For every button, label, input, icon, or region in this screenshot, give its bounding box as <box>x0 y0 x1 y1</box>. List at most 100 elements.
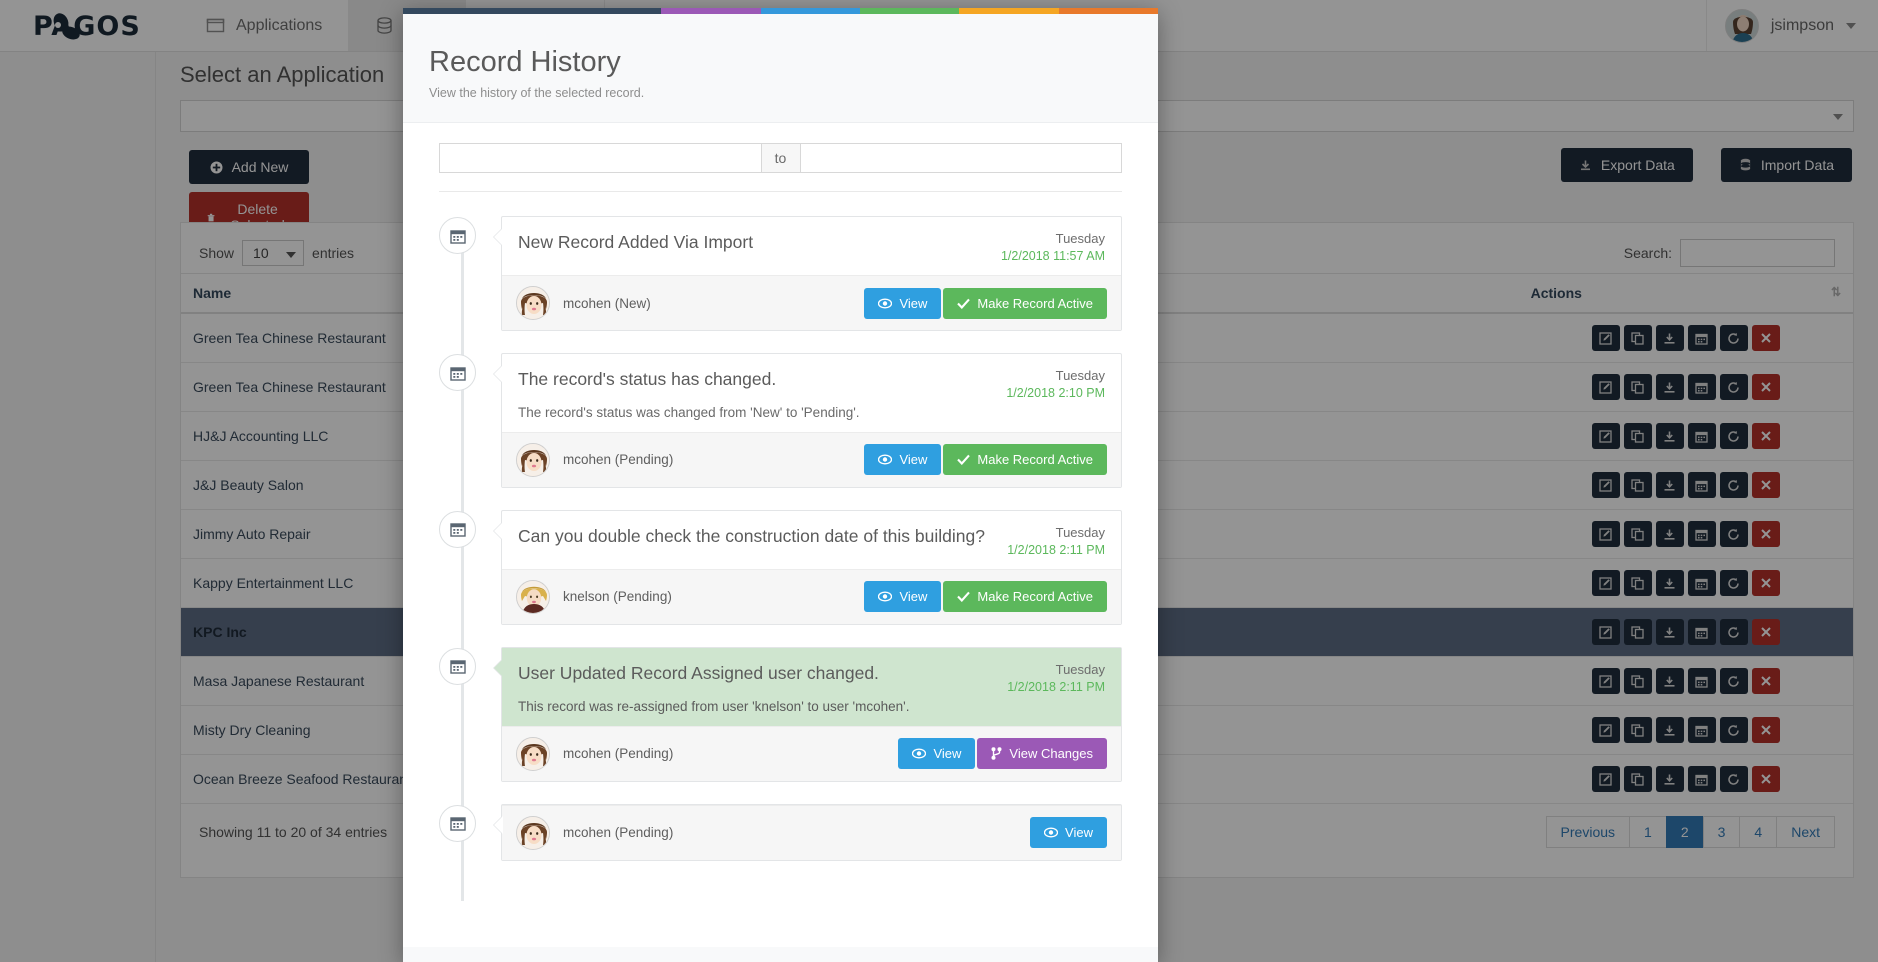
avatar <box>516 736 550 771</box>
avatar <box>516 286 550 320</box>
history-entry-day: Tuesday <box>1055 524 1105 540</box>
button-label: Make Record Active <box>977 452 1093 468</box>
avatar <box>516 579 550 614</box>
eye-icon <box>878 591 893 602</box>
history-entry-timestamp: Tuesday 1/2/2018 2:11 PM <box>993 525 1105 557</box>
make-record-active-button[interactable]: Make Record Active <box>943 444 1107 476</box>
button-label: View <box>899 589 928 605</box>
eye-icon <box>1044 827 1059 838</box>
color-bar-segment <box>760 8 860 14</box>
history-entry-heading: The record's status has changed. <box>518 369 777 389</box>
modal-subtitle: View the history of the selected record. <box>429 86 645 100</box>
modal-body: to New Record Added Via Import Tuesday 1/2… <box>403 123 1158 947</box>
history-entry-actions: View <box>1030 817 1107 848</box>
button-label: View <box>899 452 928 468</box>
history-entry-content: New Record Added Via Import <box>518 231 987 254</box>
history-entry-detail: This record was re-assigned from user 'k… <box>518 698 910 714</box>
check-icon <box>957 298 971 309</box>
history-entry-content: Can you double check the construction da… <box>518 525 993 548</box>
check-icon <box>957 454 971 466</box>
history-entry-header: New Record Added Via Import Tuesday 1/2/20… <box>502 217 1121 275</box>
calendar-icon <box>439 217 476 254</box>
button-label: Make Record Active <box>977 295 1093 311</box>
history-entry-user: mcohen (Pending) <box>563 746 674 761</box>
view-button[interactable]: View <box>864 444 942 476</box>
history-entry-footer: mcohen (New) View Make Record Active <box>502 275 1121 330</box>
history-entry-card: Can you double check the construction da… <box>493 509 1122 625</box>
view-button[interactable]: View <box>898 738 976 769</box>
history-entry-heading: Can you double check the construction da… <box>518 525 985 546</box>
history-entry-actions: View View Changes <box>898 738 1107 769</box>
calendar-icon <box>439 804 476 842</box>
history-timeline: New Record Added Via Import Tuesday 1/2/20… <box>439 216 1122 900</box>
history-entry-footer: mcohen (Pending) View <box>502 804 1121 860</box>
make-record-active-button[interactable]: Make Record Active <box>943 581 1107 613</box>
history-entry-actions: View Make Record Active <box>864 287 1107 319</box>
modal-color-bar <box>403 8 1158 14</box>
button-label: View <box>899 295 928 311</box>
history-entry-timestamp: Tuesday 1/2/2018 11:57 AM <box>987 231 1105 263</box>
eye-icon <box>878 454 893 465</box>
history-entry-card: mcohen (Pending) View <box>493 803 1122 861</box>
history-entry-header: The record's status has changed. The reco… <box>502 354 1121 432</box>
eye-icon <box>878 298 893 309</box>
history-entry-time: 1/2/2018 2:11 PM <box>1007 542 1105 557</box>
history-entry-actions: View Make Record Active <box>864 581 1107 613</box>
color-bar-segment <box>1058 8 1158 14</box>
color-bar-segment <box>661 8 761 14</box>
view-button[interactable]: View <box>864 581 942 613</box>
make-record-active-button[interactable]: Make Record Active <box>943 287 1107 319</box>
history-entry-card: New Record Added Via Import Tuesday 1/2/20… <box>493 216 1122 331</box>
history-entry-footer: knelson (Pending) View Make Record Active <box>502 568 1121 624</box>
history-entry-timestamp: Tuesday 1/2/2018 2:11 PM <box>993 662 1105 694</box>
history-entry-user: mcohen (Pending) <box>563 452 674 468</box>
history-entry-time: 1/2/2018 11:57 AM <box>1000 249 1105 263</box>
date-to-input[interactable] <box>799 143 1122 173</box>
view-changes-button[interactable]: View Changes <box>977 738 1107 769</box>
history-entry-user: mcohen (Pending) <box>563 825 674 840</box>
check-icon <box>957 591 971 603</box>
calendar-icon <box>439 647 476 685</box>
modal-header: Record History View the history of the s… <box>403 14 1158 123</box>
record-history-modal: Record History View the history of the s… <box>403 8 1158 962</box>
color-bar-segment <box>959 8 1059 14</box>
color-bar-segment <box>859 8 960 14</box>
history-entry-header: User Updated Record Assigned user change… <box>502 647 1121 726</box>
history-entry-actions: View Make Record Active <box>864 444 1107 476</box>
history-entry-heading: User Updated Record Assigned user change… <box>518 662 879 683</box>
history-entry-time: 1/2/2018 2:11 PM <box>1007 679 1105 694</box>
history-entry: New Record Added Via Import Tuesday 1/2/20… <box>439 216 1122 331</box>
history-entry: The record's status has changed. The reco… <box>439 353 1122 488</box>
history-entry-day: Tuesday <box>1055 661 1105 677</box>
button-label: Make Record Active <box>977 589 1093 605</box>
calendar-icon <box>439 510 476 548</box>
view-button[interactable]: View <box>1030 817 1107 848</box>
avatar <box>516 815 550 850</box>
history-entry-time: 1/2/2018 2:10 PM <box>1006 386 1105 400</box>
color-bar-segment <box>403 8 662 14</box>
history-entry: User Updated Record Assigned user change… <box>439 646 1122 782</box>
branch-icon <box>991 747 1002 760</box>
history-entry-day: Tuesday <box>1055 368 1105 383</box>
date-range-filter: to <box>439 143 1122 173</box>
history-entry-footer: mcohen (Pending) View View Changes <box>502 725 1121 781</box>
history-entry-heading: New Record Added Via Import <box>518 232 754 252</box>
history-entry-card: User Updated Record Assigned user change… <box>493 646 1122 782</box>
date-from-input[interactable] <box>439 143 762 173</box>
avatar <box>516 442 550 477</box>
eye-icon <box>912 748 927 759</box>
history-entry-timestamp: Tuesday 1/2/2018 2:10 PM <box>992 368 1105 400</box>
history-entry-user: knelson (Pending) <box>563 589 672 605</box>
button-label: View Changes <box>1009 746 1093 761</box>
history-entry-header: Can you double check the construction da… <box>502 511 1121 569</box>
history-entry-content: The record's status has changed. The reco… <box>518 368 992 420</box>
history-entry-footer: mcohen (Pending) View Make Record Active <box>502 431 1121 487</box>
history-entry-detail: The record's status was changed from 'Ne… <box>518 404 860 420</box>
view-button[interactable]: View <box>864 287 942 319</box>
history-entry-card: The record's status has changed. The reco… <box>493 353 1122 488</box>
button-label: View <box>1065 825 1093 840</box>
history-entry-content: User Updated Record Assigned user change… <box>518 662 993 714</box>
button-label: View <box>933 746 962 761</box>
history-entry: mcohen (Pending) View <box>439 803 1122 861</box>
history-entry-user: mcohen (New) <box>563 295 651 311</box>
